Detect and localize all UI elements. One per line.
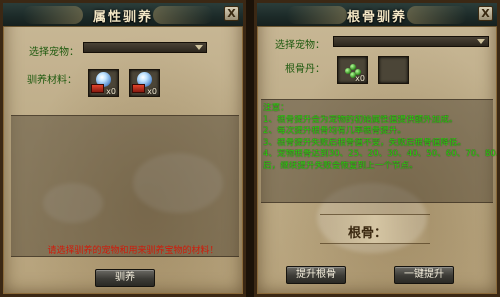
- material-slot-1[interactable]: x0: [88, 69, 119, 97]
- select-pet-dropdown[interactable]: [83, 42, 207, 53]
- item-count: x0: [355, 74, 365, 83]
- select-pet-label: 选择宠物：: [275, 40, 325, 51]
- note-line: 4、宠物根骨达到30、25、20、30、40、50、60、70、80、90: [263, 149, 497, 160]
- item-count: x0: [147, 87, 157, 96]
- note-line: 注意：: [263, 103, 289, 113]
- red-box-icon: [132, 84, 145, 93]
- material-slot-2[interactable]: x0: [129, 69, 160, 97]
- red-box-icon: [91, 84, 104, 93]
- select-pet-label: 选择宠物：: [29, 47, 79, 58]
- bone-fruit-slot[interactable]: x0: [337, 56, 368, 84]
- attribute-taming-panel: 属性驯养 X 选择宠物： 驯养材料： x0 x0 请选择驯养的宠物和用来驯养宝物…: [0, 0, 246, 297]
- note-line: 2、每次提升根骨均有几率根骨提升。: [263, 126, 406, 137]
- panel-title: 属性驯养: [92, 10, 153, 25]
- close-button[interactable]: X: [224, 6, 239, 21]
- tame-button[interactable]: 驯养: [95, 269, 155, 287]
- bone-taming-panel: 根骨驯养 X 选择宠物： 根骨丹： x0 注意： 1、根骨提升会为宠物的初始属性…: [254, 0, 500, 297]
- one-click-upgrade-button[interactable]: 一键提升: [394, 266, 454, 284]
- upgrade-bone-button[interactable]: 提升根骨: [286, 266, 346, 284]
- note-line: 后，继续提升失败会恢复到上一个节点。: [263, 160, 418, 171]
- bone-value-label: 根骨：: [348, 226, 388, 241]
- close-button[interactable]: X: [478, 6, 493, 21]
- note-line: 1、根骨提升会为宠物的初始属性值提供额外加成。: [263, 114, 458, 125]
- item-count: x0: [106, 87, 116, 96]
- title-bar[interactable]: 根骨驯养 X: [257, 3, 497, 27]
- title-bar[interactable]: 属性驯养 X: [3, 3, 243, 27]
- chevron-down-icon: [195, 45, 203, 50]
- content-area: [11, 115, 239, 257]
- material-label: 驯养材料：: [27, 75, 77, 86]
- chevron-down-icon: [477, 39, 485, 44]
- select-pet-dropdown[interactable]: [333, 36, 489, 47]
- bone-fruit-label: 根骨丹：: [285, 64, 325, 75]
- empty-slot[interactable]: [378, 56, 409, 84]
- warning-text: 请选择驯养的宠物和用来驯养宝物的材料！: [47, 246, 219, 256]
- panel-title: 根骨驯养: [346, 10, 407, 25]
- notes-text: 注意： 1、根骨提升会为宠物的初始属性值提供额外加成。 2、每次提升根骨均有几率…: [263, 103, 497, 173]
- note-line: 3、根骨提升失败后根骨值不变，失败后根骨值降低。: [263, 137, 467, 148]
